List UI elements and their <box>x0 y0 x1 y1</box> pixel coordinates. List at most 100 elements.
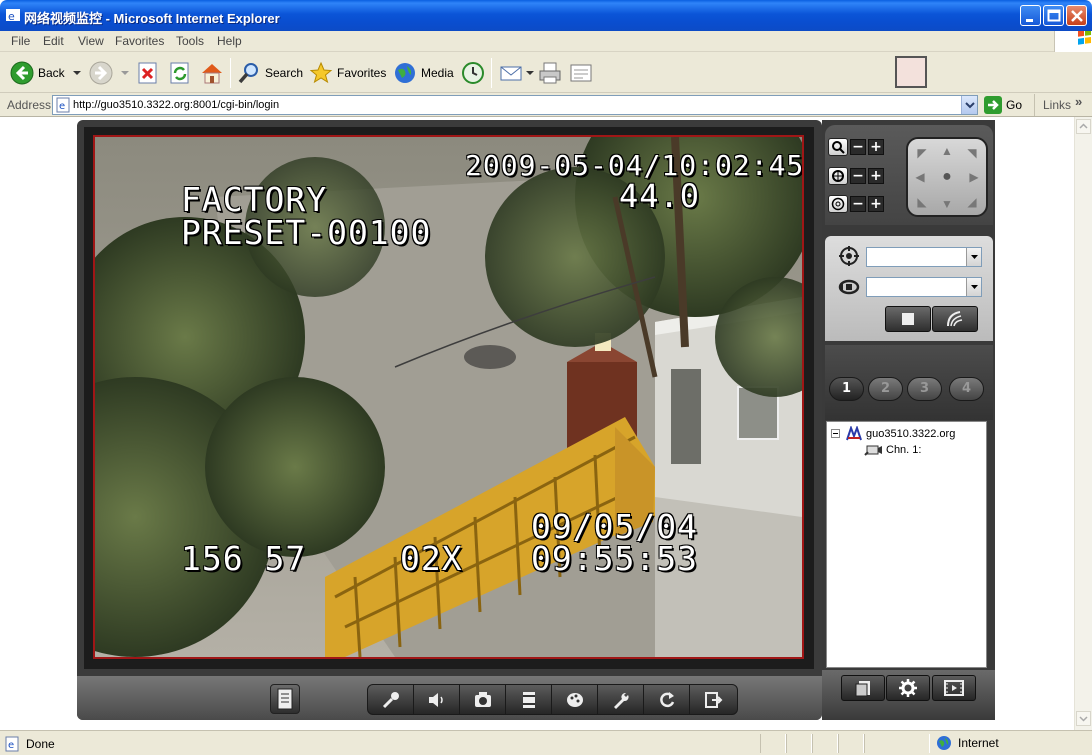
exit-icon <box>705 691 723 708</box>
camera-video-feed[interactable]: 2009-05-04/10:02:45 44.0 FACTORY PRESET-… <box>93 135 804 659</box>
chevron-right-icon: » <box>1075 94 1083 109</box>
collapse-icon[interactable] <box>831 429 841 439</box>
color-button[interactable] <box>552 685 598 714</box>
links-toolbar[interactable]: Links » <box>1034 94 1092 116</box>
refresh-video-button[interactable] <box>644 685 690 714</box>
video-playback-button[interactable] <box>932 675 976 701</box>
osd-preset: PRESET-00100 <box>181 213 432 252</box>
exit-button[interactable] <box>690 685 736 714</box>
close-button[interactable] <box>1066 5 1087 26</box>
stop-cruise-button[interactable] <box>885 306 931 332</box>
menu-tools[interactable]: Tools <box>176 34 204 48</box>
menu-file[interactable]: File <box>11 34 30 48</box>
focus-far-button[interactable]: + <box>868 168 884 184</box>
address-bar: Address e http://guo3510.3322.org:8001/c… <box>0 93 1092 117</box>
osd-time: 09:55:53 <box>531 539 698 578</box>
security-zone[interactable]: Internet <box>936 735 999 751</box>
vertical-scrollbar[interactable] <box>1074 117 1092 730</box>
address-input[interactable]: e http://guo3510.3322.org:8001/cgi-bin/l… <box>52 95 978 115</box>
forward-arrow-icon <box>89 61 113 85</box>
stop-square-icon <box>902 313 914 325</box>
refresh-button[interactable] <box>169 60 191 86</box>
film-play-icon <box>944 680 964 696</box>
record-button[interactable] <box>506 685 552 714</box>
settings-button[interactable] <box>886 675 930 701</box>
focus-icon <box>828 167 848 185</box>
status-cell <box>786 734 812 753</box>
scroll-down-button[interactable] <box>1076 711 1091 726</box>
settings-wrench-button[interactable] <box>598 685 644 714</box>
ptz-down-button[interactable]: ▼ <box>938 195 956 213</box>
ptz-right-button[interactable]: ▶ <box>965 168 983 186</box>
channel-1-button[interactable]: 1 <box>829 377 864 401</box>
links-label: Links <box>1043 98 1072 112</box>
key-button[interactable] <box>368 685 414 714</box>
internet-globe-icon <box>937 736 951 750</box>
camera-icon <box>474 691 491 707</box>
tree-root[interactable]: guo3510.3322.org <box>831 426 955 442</box>
iris-open-button[interactable]: + <box>868 196 884 212</box>
toolbar: Back Search Favorites Media <box>0 52 1092 93</box>
ptz-down-left-button[interactable]: ◣ <box>913 193 931 211</box>
edit-page-button[interactable] <box>569 60 593 86</box>
ptz-direction-pad: ◤ ▲ ◥ ◀ ● ▶ ◣ ▼ ◢ <box>906 137 988 217</box>
wiper-icon <box>947 311 963 327</box>
menu-help[interactable]: Help <box>217 34 242 48</box>
zoom-in-button[interactable]: + <box>868 139 884 155</box>
channel-3-button[interactable]: 3 <box>907 377 942 401</box>
go-label: Go <box>1006 98 1023 112</box>
mail-button[interactable] <box>499 60 535 86</box>
window-title: 网络视频监控 - Microsoft Internet Explorer <box>24 11 280 26</box>
playback-list-button[interactable] <box>841 675 885 701</box>
print-button[interactable] <box>538 60 562 86</box>
media-button[interactable]: Media <box>393 60 454 86</box>
svg-text:e: e <box>8 740 14 751</box>
search-button[interactable]: Search <box>237 60 303 86</box>
iris-close-button[interactable]: − <box>850 196 866 212</box>
chevron-down-icon[interactable] <box>71 68 83 78</box>
channel-2-button[interactable]: 2 <box>868 377 903 401</box>
history-button[interactable] <box>461 60 485 86</box>
status-left: e Done <box>4 736 55 752</box>
toolbar-separator <box>230 58 231 88</box>
favorites-button[interactable]: Favorites <box>309 60 386 86</box>
menu-edit[interactable]: Edit <box>43 34 64 48</box>
back-button[interactable]: Back <box>10 60 83 86</box>
tree-channel-node[interactable]: Chn. 1: <box>863 443 921 457</box>
ptz-up-right-button[interactable]: ◥ <box>963 144 981 162</box>
address-label: Address <box>7 98 52 112</box>
ptz-left-button[interactable]: ◀ <box>911 168 929 186</box>
osd-value: 44.0 <box>619 177 701 215</box>
edit-page-icon <box>570 64 592 82</box>
chevron-down-icon[interactable] <box>525 68 535 78</box>
device-tree: guo3510.3322.org Chn. 1: <box>826 421 987 668</box>
audio-button[interactable] <box>414 685 460 714</box>
minimize-button[interactable] <box>1020 5 1041 26</box>
back-arrow-icon <box>10 61 34 85</box>
zoom-out-button[interactable]: − <box>850 139 866 155</box>
address-dropdown[interactable] <box>961 96 977 114</box>
palette-icon <box>566 692 583 707</box>
cruise-select[interactable] <box>866 277 982 297</box>
maximize-button[interactable] <box>1043 5 1064 26</box>
chevron-down-icon[interactable] <box>119 68 131 78</box>
channel-4-button[interactable]: 4 <box>949 377 984 401</box>
home-button[interactable] <box>200 60 224 86</box>
ptz-up-left-button[interactable]: ◤ <box>913 144 931 162</box>
go-button[interactable]: Go <box>984 96 1022 114</box>
status-text: Done <box>26 737 55 751</box>
ptz-down-right-button[interactable]: ◢ <box>963 193 981 211</box>
menu-favorites[interactable]: Favorites <box>115 34 164 48</box>
log-button[interactable] <box>270 684 300 714</box>
preset-select[interactable] <box>866 247 982 267</box>
stop-button[interactable] <box>137 60 159 86</box>
ptz-up-button[interactable]: ▲ <box>938 142 956 160</box>
forward-button[interactable] <box>89 60 131 86</box>
snapshot-button[interactable] <box>460 685 506 714</box>
magnifier-icon <box>828 138 848 156</box>
wiper-button[interactable] <box>932 306 978 332</box>
scroll-up-button[interactable] <box>1076 119 1091 134</box>
menu-view[interactable]: View <box>78 34 104 48</box>
ptz-center-button[interactable]: ● <box>938 168 956 186</box>
focus-near-button[interactable]: − <box>850 168 866 184</box>
